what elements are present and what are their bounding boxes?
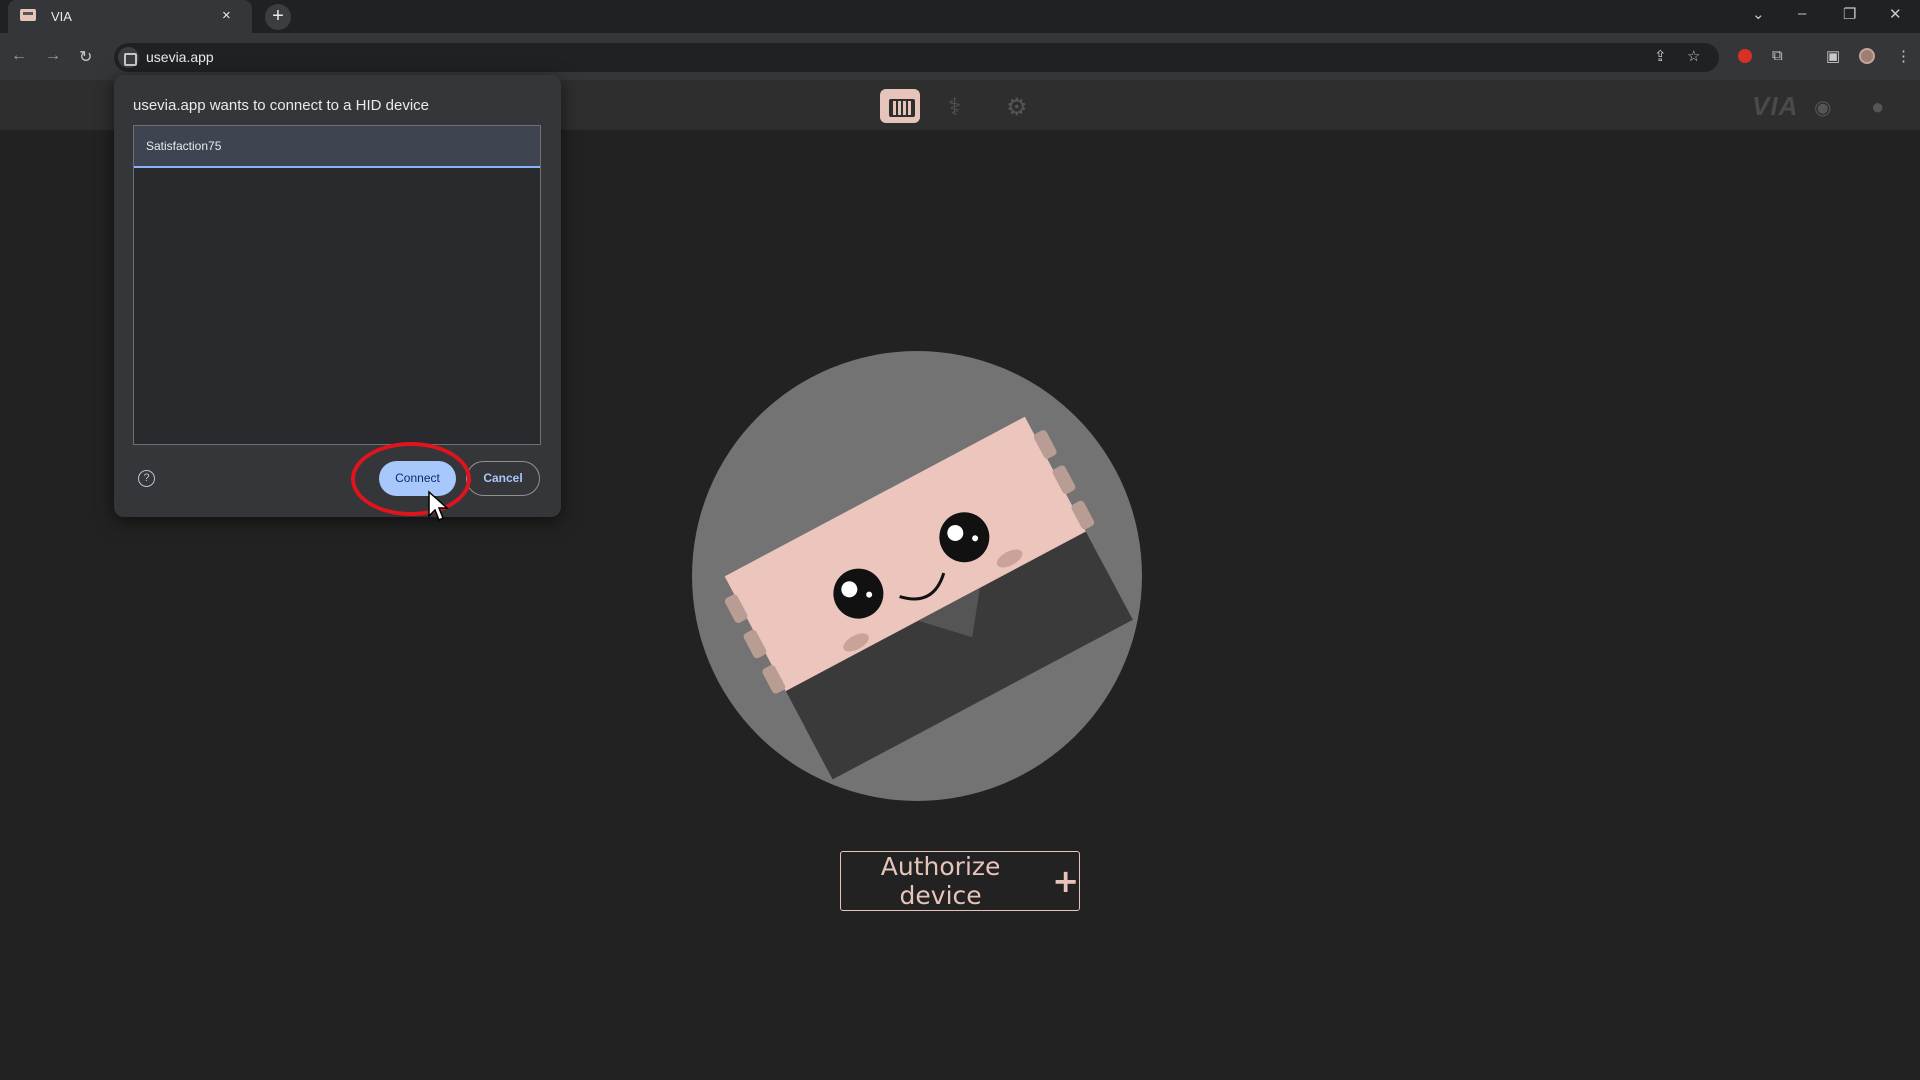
- via-logo[interactable]: VIA: [1752, 91, 1798, 122]
- side-panel-icon[interactable]: ▣: [1826, 47, 1840, 65]
- profile-avatar[interactable]: [1859, 48, 1875, 64]
- via-favicon-icon: [20, 9, 36, 21]
- authorize-device-label: Authorize device: [880, 852, 1001, 910]
- gear-icon[interactable]: ⚙: [1006, 93, 1028, 122]
- url-text[interactable]: usevia.app: [146, 49, 214, 65]
- extension-icon[interactable]: [1738, 49, 1752, 63]
- reload-icon[interactable]: ↻: [79, 47, 92, 67]
- plus-icon: +: [1052, 862, 1079, 900]
- keyboard-icon[interactable]: [880, 89, 920, 123]
- cancel-button[interactable]: Cancel: [466, 461, 540, 496]
- minimize-button[interactable]: –: [1798, 5, 1806, 22]
- tab-search-button[interactable]: ⌄: [1752, 5, 1765, 23]
- help-icon[interactable]: ?: [138, 470, 155, 487]
- discord-icon[interactable]: ◉: [1814, 95, 1831, 120]
- menu-kebab-icon[interactable]: ⋮: [1896, 47, 1911, 65]
- forward-icon[interactable]: →: [45, 47, 61, 65]
- device-name[interactable]: Satisfaction75: [146, 139, 221, 153]
- share-icon[interactable]: ⇪: [1654, 47, 1667, 65]
- extensions-puzzle-icon[interactable]: ⧉: [1772, 47, 1783, 64]
- red-annotation-circle: [351, 442, 471, 516]
- github-icon[interactable]: ●: [1871, 94, 1884, 120]
- site-info-icon[interactable]: [118, 47, 139, 68]
- tab-via[interactable]: [8, 0, 252, 33]
- tab-close-button[interactable]: ×: [222, 7, 231, 24]
- new-tab-button[interactable]: +: [265, 4, 291, 30]
- stethoscope-icon[interactable]: ⚕: [948, 93, 961, 122]
- address-bar[interactable]: [114, 43, 1719, 72]
- restore-button[interactable]: ❐: [1843, 5, 1856, 23]
- back-icon[interactable]: ←: [11, 47, 27, 65]
- mouse-cursor-icon: [428, 490, 449, 522]
- via-mascot-illustration: [692, 351, 1142, 801]
- dialog-title: usevia.app wants to connect to a HID dev…: [133, 97, 430, 114]
- close-window-button[interactable]: ✕: [1889, 5, 1902, 23]
- authorize-device-button[interactable]: Authorize device +: [840, 851, 1080, 911]
- bookmark-star-icon[interactable]: ☆: [1687, 47, 1700, 65]
- tab-title: VIA: [51, 9, 72, 24]
- device-list[interactable]: [133, 125, 541, 445]
